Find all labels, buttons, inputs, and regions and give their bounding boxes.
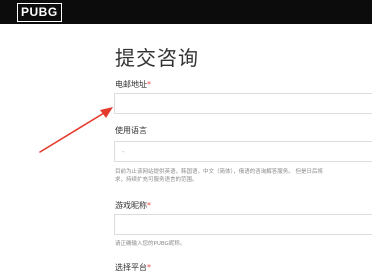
annotation-arrow-icon [39,107,113,153]
